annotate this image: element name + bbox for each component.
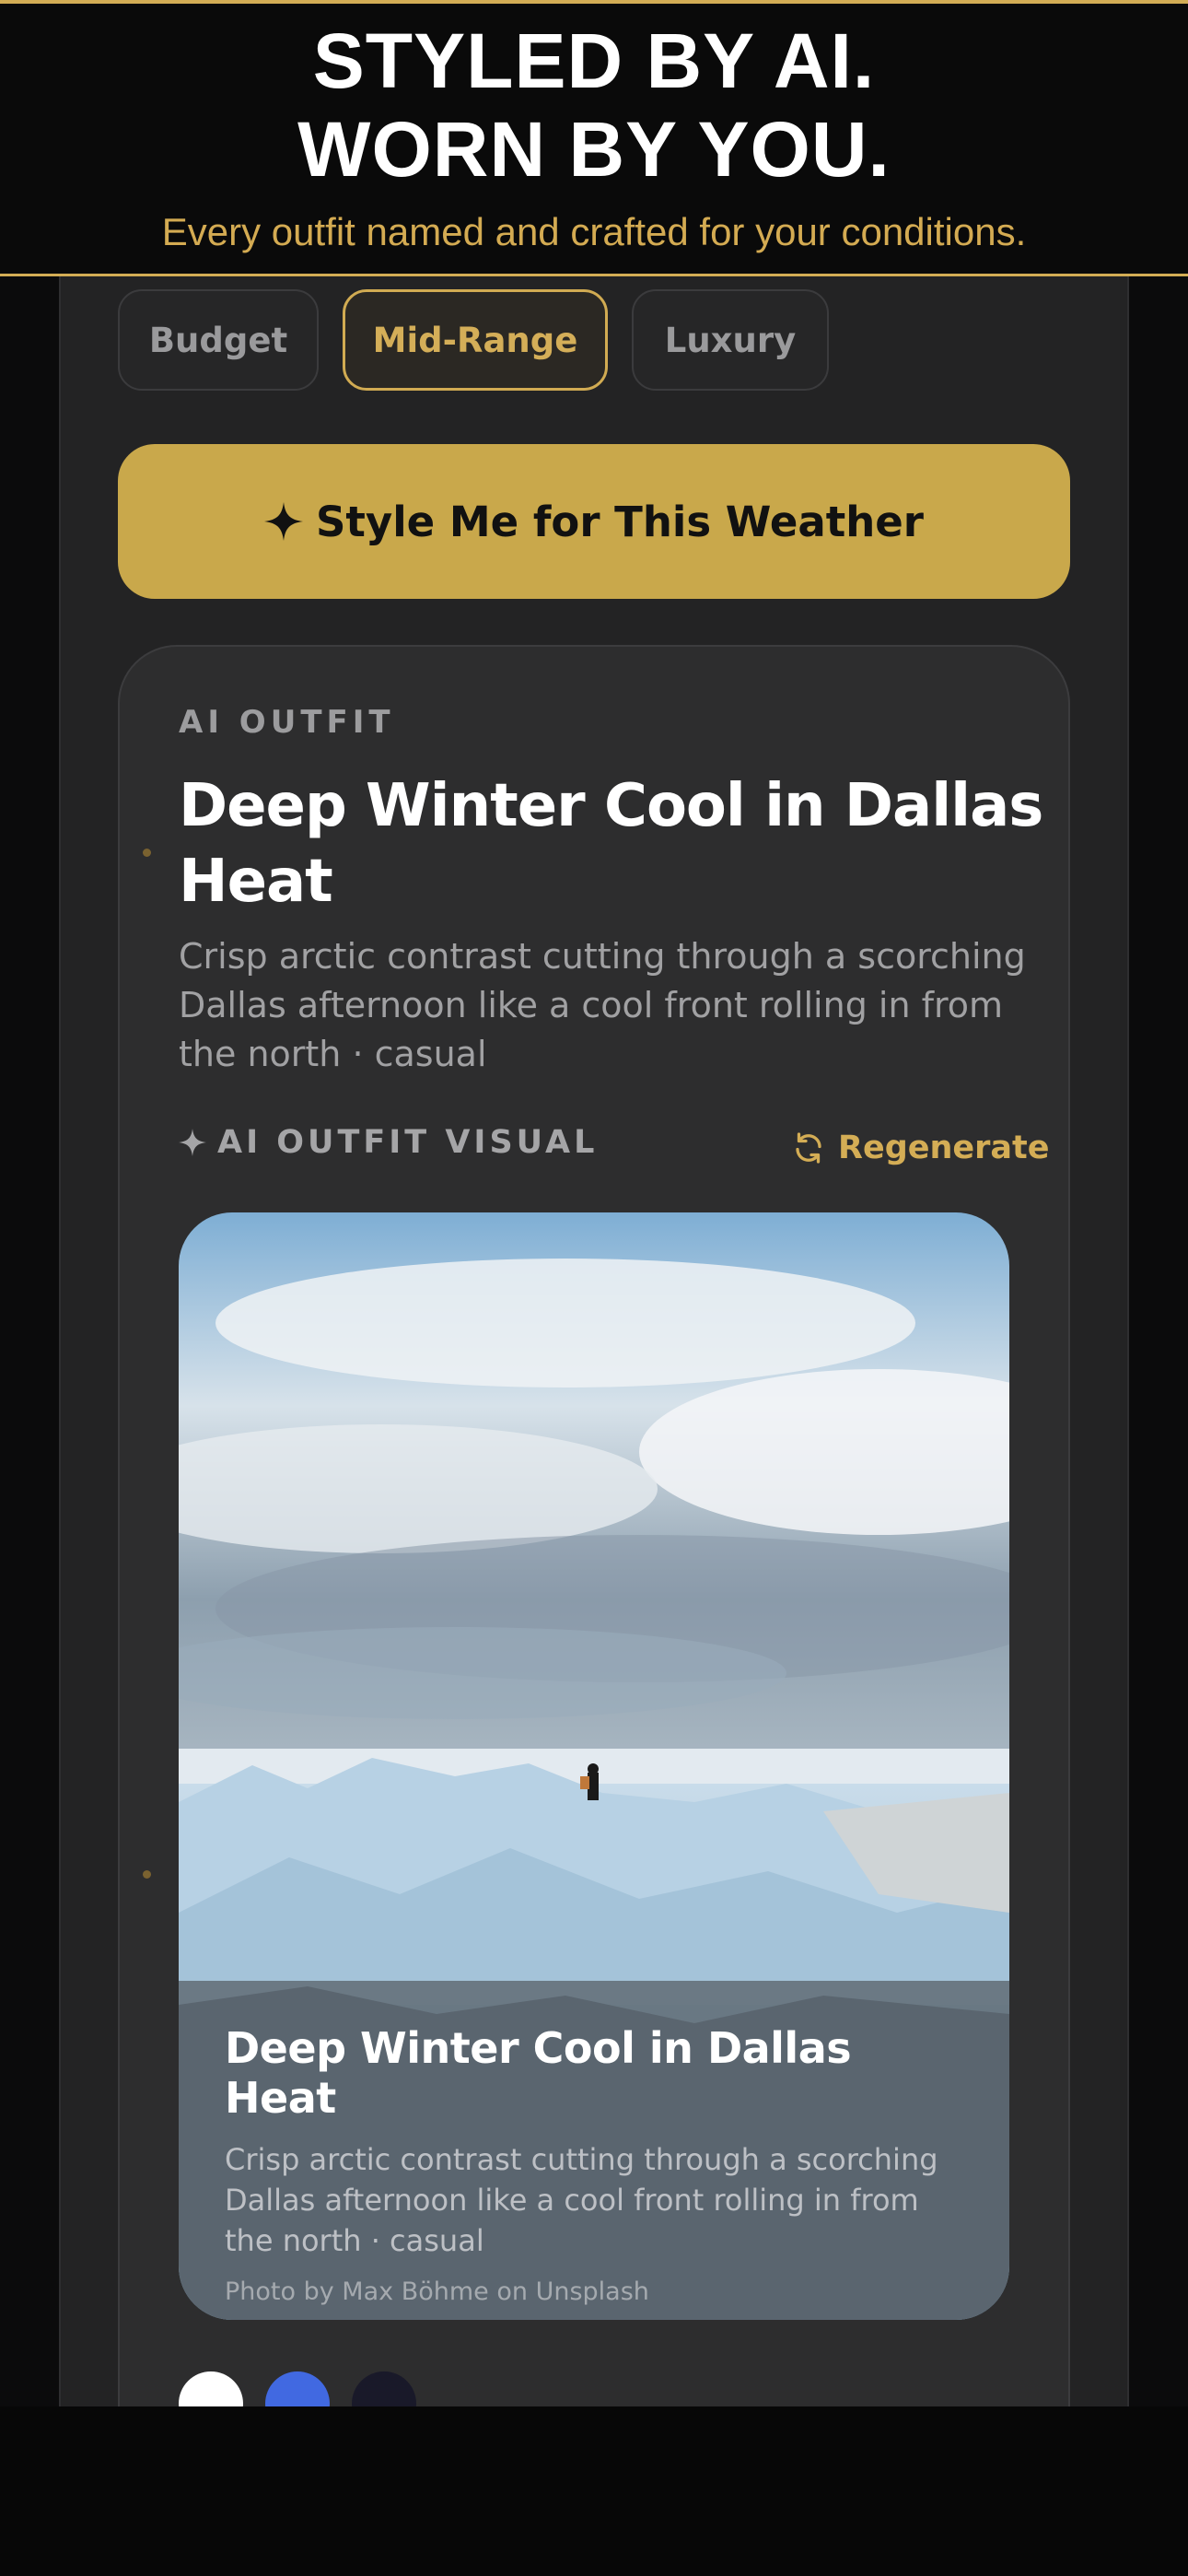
budget-option-luxury[interactable]: Luxury <box>632 289 829 391</box>
style-me-label: Style Me for This Weather <box>316 497 924 546</box>
hero-subtitle: Every outfit named and crafted for your … <box>161 210 1027 253</box>
decor-dot <box>143 849 151 857</box>
hero-title-line1: STYLED BY AI. <box>312 18 876 104</box>
sparkle-icon <box>264 502 303 541</box>
visual-label-text: AI OUTFIT VISUAL <box>217 1124 599 1161</box>
caption-description: Crisp arctic contrast cutting through a … <box>225 2142 938 2258</box>
budget-option-budget[interactable]: Budget <box>118 289 319 391</box>
style-me-button[interactable]: Style Me for This Weather <box>118 444 1070 599</box>
sparkle-icon <box>179 1129 206 1156</box>
refresh-icon <box>796 1132 821 1164</box>
photo-credit[interactable]: Photo by Max Böhme on Unsplash <box>225 2277 963 2306</box>
regenerate-label: Regenerate <box>838 1130 1050 1166</box>
hero-title-line2: WORN BY YOU. <box>297 106 891 193</box>
decor-dot <box>143 1870 151 1879</box>
card-eyebrow: AI OUTFIT <box>179 704 395 741</box>
bottom-overlay <box>0 2406 1188 2576</box>
image-caption: Deep Winter Cool in Dallas Heat Crisp ar… <box>179 1981 1009 2320</box>
regenerate-button[interactable]: Regenerate <box>792 1130 1049 1166</box>
visual-section-label: AI OUTFIT VISUAL <box>179 1124 598 1161</box>
hero-title: STYLED BY AI. WORN BY YOU. <box>0 4 1188 193</box>
budget-option-mid-range[interactable]: Mid-Range <box>343 289 608 391</box>
outfit-description: Crisp arctic contrast cutting through a … <box>179 936 1026 1074</box>
outfit-title: Deep Winter Cool in Dallas Heat <box>179 772 1043 916</box>
outfit-visual-image: Deep Winter Cool in Dallas Heat Crisp ar… <box>179 1212 1009 2320</box>
caption-title: Deep Winter Cool in Dallas Heat <box>225 2023 852 2123</box>
hero-banner: STYLED BY AI. WORN BY YOU. Every outfit … <box>0 0 1188 276</box>
